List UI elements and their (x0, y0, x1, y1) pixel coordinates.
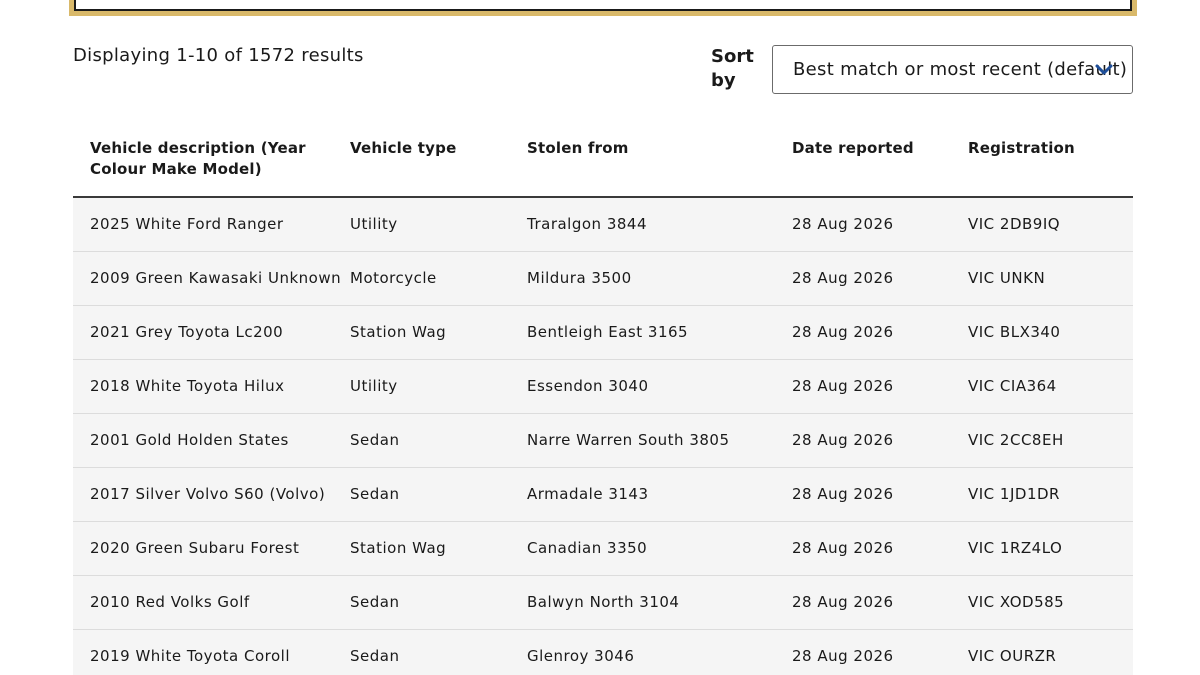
table-row: 2001 Gold Holden States Sedan Narre Warren… (73, 414, 1133, 468)
table-row: 2009 Green Kawasaki Unknown Motorcycle Mil… (73, 252, 1133, 306)
table-header: Vehicle description (Year Colour Make Mo… (73, 120, 1133, 198)
cell-vehicle-type: Motorcycle (350, 269, 437, 287)
table-body: 2025 White Ford Ranger Utility Traralgon 3… (73, 198, 1133, 675)
cell-registration: VIC CIA364 (968, 377, 1057, 395)
table-row: 2017 Silver Volvo S60 (Volvo) Sedan Armada… (73, 468, 1133, 522)
cell-vehicle-type: Station Wag (350, 323, 447, 341)
cell-vehicle-description: 2017 Silver Volvo S60 (Volvo) (90, 485, 326, 503)
cell-stolen-from: Glenroy 3046 (527, 647, 635, 665)
cell-date-reported: 28 Aug 2026 (792, 377, 894, 395)
cell-vehicle-description: 2020 Green Subaru Forest (90, 539, 300, 557)
cell-registration: VIC 2CC8EH (968, 431, 1064, 449)
cell-vehicle-description: 2019 White Toyota Coroll (90, 647, 291, 665)
column-header-stolen-from: Stolen from (527, 139, 629, 157)
cell-date-reported: 28 Aug 2026 (792, 431, 894, 449)
sort-label: Sort by (711, 46, 754, 91)
cell-date-reported: 28 Aug 2026 (792, 323, 894, 341)
cell-date-reported: 28 Aug 2026 (792, 215, 894, 233)
sort-dropdown[interactable]: Best match or most recent (default) (772, 45, 1133, 94)
cell-registration: VIC 2DB9IQ (968, 215, 1061, 233)
cell-stolen-from: Armadale 3143 (527, 485, 649, 503)
cell-stolen-from: Mildura 3500 (527, 269, 632, 287)
chevron-down-icon (1095, 64, 1113, 75)
table-row: 2010 Red Volks Golf Sedan Balwyn North 310… (73, 576, 1133, 630)
cell-registration: VIC 1JD1DR (968, 485, 1060, 503)
cell-registration: VIC BLX340 (968, 323, 1061, 341)
cell-date-reported: 28 Aug 2026 (792, 485, 894, 503)
cell-vehicle-description: 2001 Gold Holden States (90, 431, 289, 449)
table-row: 2018 White Toyota Hilux Utility Essendon 3… (73, 360, 1133, 414)
cell-vehicle-type: Sedan (350, 485, 400, 503)
cell-vehicle-description: 2010 Red Volks Golf (90, 593, 250, 611)
cell-vehicle-type: Utility (350, 377, 398, 395)
cell-registration: VIC XOD585 (968, 593, 1065, 611)
cell-stolen-from: Traralgon 3844 (527, 215, 647, 233)
table-row: 2019 White Toyota Coroll Sedan Glenroy 304… (73, 630, 1133, 675)
cell-date-reported: 28 Aug 2026 (792, 539, 894, 557)
cell-stolen-from: Canadian 3350 (527, 539, 648, 557)
cell-vehicle-type: Sedan (350, 647, 400, 665)
table-row: 2025 White Ford Ranger Utility Traralgon 3… (73, 198, 1133, 252)
cell-vehicle-description: 2018 White Toyota Hilux (90, 377, 285, 395)
column-header-vehicle-type: Vehicle type (350, 139, 457, 157)
cell-registration: VIC UNKN (968, 269, 1046, 287)
cell-vehicle-description: 2021 Grey Toyota Lc200 (90, 323, 284, 341)
cell-vehicle-type: Utility (350, 215, 398, 233)
cell-registration: VIC OURZR (968, 647, 1057, 665)
page: Displaying 1-10 of 1572 results Sort by … (0, 0, 1200, 675)
cell-vehicle-type: Sedan (350, 593, 400, 611)
cell-stolen-from: Narre Warren South 3805 (527, 431, 730, 449)
cell-date-reported: 28 Aug 2026 (792, 647, 894, 665)
table-row: 2020 Green Subaru Forest Station Wag Canad… (73, 522, 1133, 576)
column-header-registration: Registration (968, 139, 1075, 157)
search-box-frame (69, 0, 1137, 16)
search-input[interactable] (74, 0, 1132, 11)
cell-registration: VIC 1RZ4LO (968, 539, 1063, 557)
cell-stolen-from: Essendon 3040 (527, 377, 649, 395)
results-count: Displaying 1-10 of 1572 results (73, 45, 364, 66)
sort-selected-value: Best match or most recent (default) (793, 59, 1128, 80)
cell-vehicle-description: 2025 White Ford Ranger (90, 215, 284, 233)
table-row: 2021 Grey Toyota Lc200 Station Wag Bentlei… (73, 306, 1133, 360)
cell-vehicle-description: 2009 Green Kawasaki Unknown (90, 269, 342, 287)
cell-vehicle-type: Sedan (350, 431, 400, 449)
column-header-vehicle-description: Vehicle description (Year Colour Make Mo… (90, 139, 306, 178)
cell-date-reported: 28 Aug 2026 (792, 269, 894, 287)
cell-vehicle-type: Station Wag (350, 539, 447, 557)
cell-stolen-from: Bentleigh East 3165 (527, 323, 689, 341)
cell-stolen-from: Balwyn North 3104 (527, 593, 680, 611)
cell-date-reported: 28 Aug 2026 (792, 593, 894, 611)
column-header-date-reported: Date reported (792, 139, 914, 157)
stolen-vehicles-table: Vehicle description (Year Colour Make Mo… (73, 120, 1133, 675)
